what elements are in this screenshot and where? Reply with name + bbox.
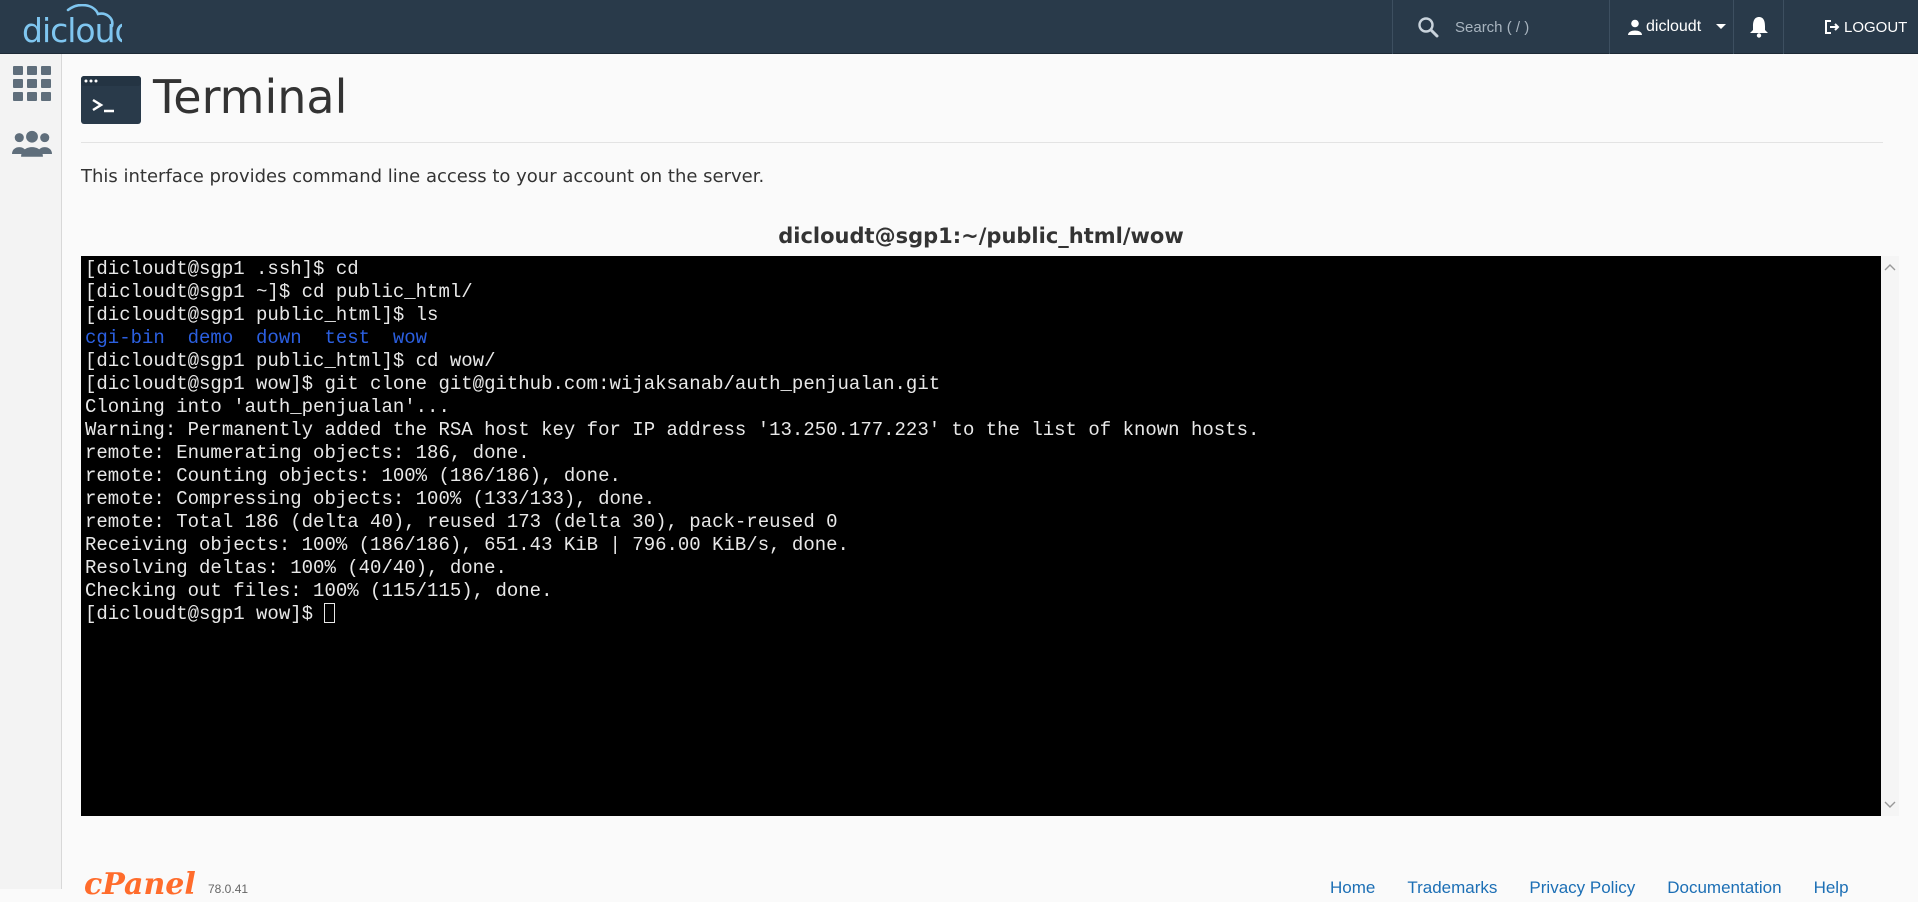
terminal-line: [dicloudt@sgp1 .ssh]$ cd [85, 258, 359, 280]
logo-text: dicloud [22, 11, 122, 48]
page-description: This interface provides command line acc… [81, 166, 765, 187]
terminal-line: remote: Total 186 (delta 40), reused 173… [85, 511, 838, 533]
search-icon [1418, 17, 1439, 38]
cloud-logo-icon: dicloud [22, 4, 122, 48]
sidebar [0, 54, 62, 889]
terminal-window[interactable]: [dicloudt@sgp1 .ssh]$ cd [dicloudt@sgp1 ~… [81, 256, 1881, 816]
chevron-down-icon [1716, 24, 1727, 29]
dicloud-logo[interactable]: dicloud [22, 2, 122, 50]
cpanel-logo[interactable]: cPanel [84, 870, 196, 900]
username-label: dicloudt [1646, 18, 1702, 35]
scroll-down-icon[interactable] [1884, 800, 1896, 810]
terminal-line: [dicloudt@sgp1 wow]$ git clone git@githu… [85, 373, 941, 395]
terminal-line: remote: Counting objects: 100% (186/186)… [85, 465, 621, 487]
terminal-icon [81, 76, 141, 124]
terminal-line: cgi-bin demo down test wow [85, 327, 428, 349]
terminal-line: remote: Enumerating objects: 186, done. [85, 442, 530, 464]
page-header: Terminal [81, 66, 1883, 143]
page-title: Terminal [153, 70, 348, 124]
logout-label: LOGOUT [1844, 18, 1908, 36]
sidebar-item-users[interactable] [12, 124, 52, 164]
logout-icon [1825, 20, 1840, 34]
footer-link-documentation[interactable]: Documentation [1667, 878, 1781, 898]
terminal-line: [dicloudt@sgp1 public_html]$ ls [85, 304, 439, 326]
terminal-line: Cloning into 'auth_penjualan'... [85, 396, 450, 418]
terminal-prompt: [dicloudt@sgp1 wow]$ [85, 603, 325, 625]
terminal-prompt-line[interactable]: [dicloudt@sgp1 wow]$ [85, 603, 1877, 626]
terminal-line: remote: Compressing objects: 100% (133/1… [85, 488, 656, 510]
terminal-line: Warning: Permanently added the RSA host … [85, 419, 1260, 441]
footer-links: Home Trademarks Privacy Policy Documentatio… [1330, 878, 1849, 898]
footer-link-privacy-policy[interactable]: Privacy Policy [1529, 878, 1635, 898]
terminal-line: [dicloudt@sgp1 public_html]$ cd wow/ [85, 350, 496, 372]
search-input[interactable] [1453, 17, 1607, 37]
notifications-button[interactable] [1734, 0, 1784, 54]
user-icon [1628, 19, 1642, 35]
terminal-line: [dicloudt@sgp1 ~]$ cd public_html/ [85, 281, 473, 303]
logout-button[interactable]: LOGOUT [1784, 0, 1918, 54]
footer-link-home[interactable]: Home [1330, 878, 1375, 898]
bell-icon [1749, 17, 1768, 38]
terminal-title: dicloudt@sgp1:~/public_html/wow [778, 224, 1184, 248]
footer-link-trademarks[interactable]: Trademarks [1407, 878, 1497, 898]
terminal-line: Checking out files: 100% (115/115), done… [85, 580, 553, 602]
cpanel-version: 78.0.41 [208, 882, 249, 896]
terminal-scrollbar[interactable] [1881, 256, 1899, 816]
footer-link-help[interactable]: Help [1814, 878, 1849, 898]
user-menu[interactable]: dicloudt [1610, 0, 1734, 54]
grid-icon [13, 66, 51, 101]
sidebar-item-tools[interactable] [12, 64, 52, 104]
scroll-up-icon[interactable] [1884, 262, 1896, 272]
terminal-line: Receiving objects: 100% (186/186), 651.4… [85, 534, 849, 556]
users-icon [12, 130, 52, 157]
top-bar: dicloud dicloudt LOGOUT [0, 0, 1918, 54]
terminal-cursor [324, 603, 336, 623]
search-box[interactable] [1392, 0, 1610, 54]
terminal-line: Resolving deltas: 100% (40/40), done. [85, 557, 507, 579]
